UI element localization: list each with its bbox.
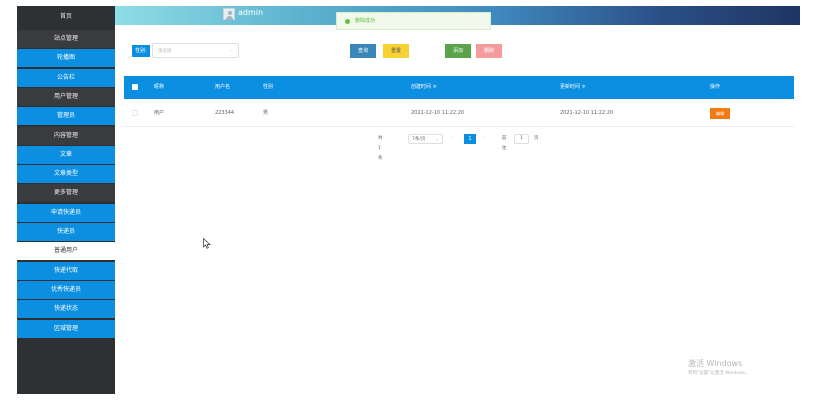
cell-username: 223344 bbox=[215, 110, 235, 116]
sidebar-item-9[interactable]: 申请快递员 bbox=[17, 203, 115, 222]
add-button[interactable]: 添加 bbox=[445, 44, 471, 58]
page-number-current[interactable]: 1 bbox=[464, 134, 476, 144]
goto-label: 前往 bbox=[502, 136, 507, 151]
column-header-updated[interactable]: 更新时间 ≑ bbox=[560, 76, 586, 99]
sidebar-item-12[interactable]: 快递代取 bbox=[17, 261, 115, 280]
column-header-username: 用户名 bbox=[215, 84, 231, 90]
column-header-nickname: 昵称 bbox=[154, 84, 165, 90]
windows-activation-watermark: 激活 Windows 转到"设置"以激活 Windows。 bbox=[688, 358, 750, 376]
column-header-gender: 性别 bbox=[263, 84, 274, 90]
table-row: 用户 223344 男 2021-12-10 11:22:20 2021-12-… bbox=[124, 99, 794, 127]
sidebar-item-15[interactable]: 区域管理 bbox=[17, 319, 115, 338]
gender-filter-label: 性别: bbox=[132, 45, 150, 57]
sidebar-item-13[interactable]: 优秀快递员 bbox=[17, 280, 115, 299]
table-header: 昵称 用户名 性别 创建时间 ≑ 更新时间 ≑ 操作 bbox=[124, 76, 794, 99]
sidebar-group-3[interactable]: 用户管理 bbox=[17, 87, 115, 106]
sidebar-item-1[interactable]: 轮播图 bbox=[17, 49, 115, 68]
sidebar-item-10[interactable]: 快递员 bbox=[17, 223, 115, 241]
delete-button[interactable]: 删除 bbox=[476, 44, 502, 58]
sidebar-item-home[interactable]: 首页 bbox=[17, 8, 115, 26]
watermark-subtitle: 转到"设置"以激活 Windows。 bbox=[688, 371, 750, 376]
query-button[interactable]: 查询 bbox=[350, 44, 376, 58]
toast-message: 删除成功 bbox=[355, 18, 376, 24]
gender-select-placeholder: 请选择 bbox=[158, 49, 172, 54]
cell-updated: 2021-12-10 11:22:20 bbox=[560, 110, 614, 116]
cell-created: 2021-12-10 11:22:20 bbox=[411, 110, 465, 116]
next-page-icon[interactable]: › bbox=[484, 134, 486, 144]
sidebar-group-0[interactable]: 站点管理 bbox=[17, 30, 115, 48]
watermark-title: 激活 Windows bbox=[688, 359, 743, 368]
select-all-checkbox[interactable] bbox=[132, 84, 138, 90]
sidebar-item-14[interactable]: 快递状态 bbox=[17, 300, 115, 319]
sidebar-group-8[interactable]: 更多管理 bbox=[17, 184, 115, 203]
cell-gender: 男 bbox=[263, 110, 269, 116]
mouse-cursor-icon bbox=[203, 238, 211, 249]
gender-select[interactable]: 请选择 ⌄ bbox=[152, 43, 239, 58]
app-window: 首页 已收缩 站点管理轮播图公告栏用户管理管理员内容管理文章文章类型更多管理申请… bbox=[0, 0, 829, 401]
row-checkbox[interactable] bbox=[132, 110, 138, 116]
column-header-action: 操作 bbox=[710, 84, 721, 90]
header-username[interactable]: admin bbox=[238, 8, 263, 17]
chevron-down-icon: ⌄ bbox=[229, 47, 234, 53]
success-toast: 删除成功 bbox=[336, 12, 491, 30]
goto-page-input[interactable]: 1 bbox=[514, 134, 529, 144]
success-check-icon bbox=[345, 19, 350, 24]
sidebar-item-4[interactable]: 管理员 bbox=[17, 107, 115, 126]
column-header-created[interactable]: 创建时间 ≑ bbox=[411, 76, 437, 99]
page-size-select[interactable]: 7条/页 ⌄ bbox=[408, 134, 443, 144]
sidebar-item-11[interactable]: 普通用户 bbox=[17, 242, 115, 261]
avatar-icon[interactable] bbox=[223, 8, 235, 20]
edit-button[interactable]: 编辑 bbox=[710, 108, 730, 119]
chevron-down-icon: ⌄ bbox=[435, 137, 439, 142]
sidebar-item-7[interactable]: 文章类型 bbox=[17, 165, 115, 184]
sidebar-group-5[interactable]: 内容管理 bbox=[17, 126, 115, 145]
sidebar-item-6[interactable]: 文章 bbox=[17, 145, 115, 164]
reset-button[interactable]: 重置 bbox=[383, 44, 409, 58]
page-unit-label: 页 bbox=[534, 136, 539, 141]
page-size-value: 7条/页 bbox=[412, 137, 426, 142]
sidebar-item-2[interactable]: 公告栏 bbox=[17, 68, 115, 87]
cell-nickname: 用户 bbox=[154, 110, 165, 116]
sidebar: 首页 已收缩 站点管理轮播图公告栏用户管理管理员内容管理文章文章类型更多管理申请… bbox=[17, 6, 115, 394]
pagination-total: 共 1 条 bbox=[378, 136, 383, 161]
prev-page-icon[interactable]: ‹ bbox=[452, 134, 454, 144]
